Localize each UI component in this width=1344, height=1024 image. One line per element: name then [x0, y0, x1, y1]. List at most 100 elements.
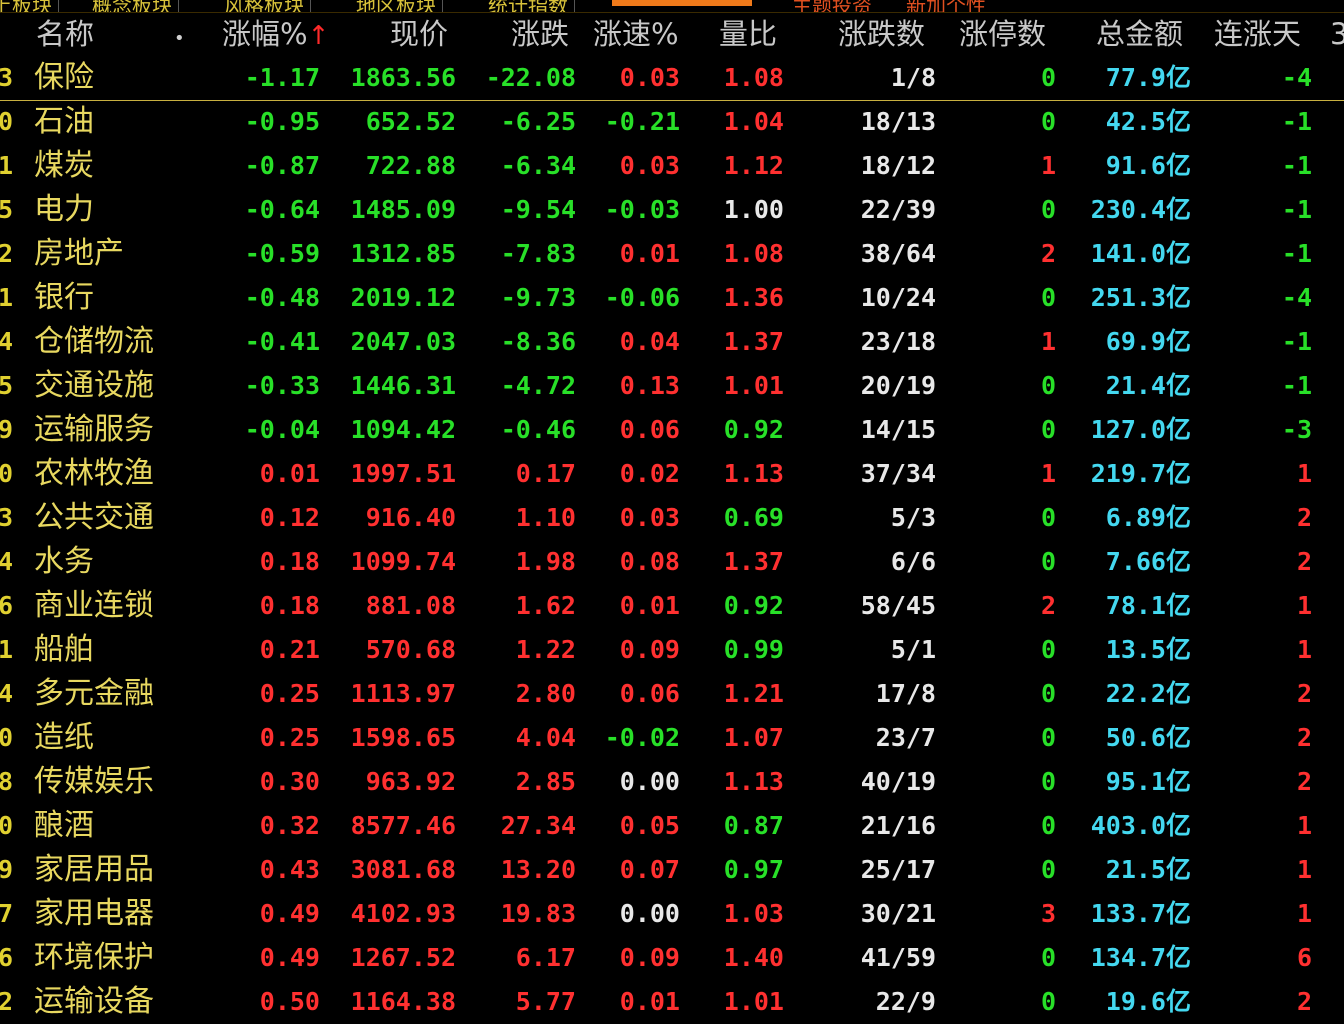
tab-stat-index[interactable]: 统计指数 — [482, 0, 575, 12]
cell-liangbi: 0.99 — [723, 635, 784, 664]
cell-zhangdieshu: 22/39 — [860, 195, 936, 224]
table-row[interactable]: 0 石油 -0.95 652.52 -6.25 -0.21 1.04 18/13 0 42.5亿 -… — [0, 100, 1344, 144]
cell-zhangdieshu: 58/45 — [860, 591, 936, 620]
cell-xianjia: 1446.31 — [350, 371, 456, 400]
cell-lianzhangtian: -1 — [1281, 107, 1312, 136]
table-header: 名称 • 涨幅%↑ 现价 涨跌 涨速% 量比 涨跌数 涨停数 总金额 连涨天 3 — [0, 12, 1344, 56]
table-row[interactable]: 2 房地产 -0.59 1312.85 -7.83 0.01 1.08 38/64 2 141.0… — [0, 232, 1344, 276]
row-code-cut: 8 — [0, 767, 14, 796]
cell-zongjine: 19.6亿 — [1105, 987, 1191, 1016]
row-code-cut: 3 — [0, 63, 14, 92]
row-code-cut: 4 — [0, 327, 14, 356]
col-lianzhangtian[interactable]: 连涨天 — [1214, 17, 1301, 51]
cell-zhangtingshu: 0 — [1040, 987, 1056, 1016]
cell-zhangfu: 0.18 — [259, 591, 320, 620]
cell-liangbi: 1.40 — [723, 943, 784, 972]
table-row[interactable]: 0 造纸 0.25 1598.65 4.04 -0.02 1.07 23/7 0 50.6亿 2 — [0, 716, 1344, 760]
table-row[interactable]: 4 仓储物流 -0.41 2047.03 -8.36 0.04 1.37 23/18 1 69.9… — [0, 320, 1344, 364]
table-row[interactable]: 0 酿酒 0.32 8577.46 27.34 0.05 0.87 21/16 0 403.0亿 1 — [0, 804, 1344, 848]
table-row[interactable]: 5 交通设施 -0.33 1446.31 -4.72 0.13 1.01 20/19 0 21.4… — [0, 364, 1344, 408]
cell-zongjine: 230.4亿 — [1090, 195, 1191, 224]
cell-zhangtingshu: 0 — [1040, 723, 1056, 752]
table-row[interactable]: 4 水务 0.18 1099.74 1.98 0.08 1.37 6/6 0 7.66亿 2 — [0, 540, 1344, 584]
table-row[interactable]: 3 公共交通 0.12 916.40 1.10 0.03 0.69 5/3 0 6.89亿 2 — [0, 496, 1344, 540]
cell-lianzhangtian: -1 — [1281, 327, 1312, 356]
table-row[interactable]: 4 多元金融 0.25 1113.97 2.80 0.06 1.21 17/8 0 22.2亿 2 — [0, 672, 1344, 716]
cell-lianzhangtian: 2 — [1296, 767, 1312, 796]
col-xianjia[interactable]: 现价 — [390, 17, 448, 51]
tab-concept-sector[interactable]: 概念板块 — [86, 0, 179, 12]
table-row[interactable]: 7 家用电器 0.49 4102.93 19.83 0.00 1.03 30/21 3 133.7… — [0, 892, 1344, 936]
cell-zhangtingshu: 0 — [1040, 195, 1056, 224]
cell-zhangfu: -0.48 — [244, 283, 320, 312]
cell-liangbi: 1.37 — [723, 327, 784, 356]
table-row[interactable]: 6 环境保护 0.49 1267.52 6.17 0.09 1.40 41/59 0 134.7亿… — [0, 936, 1344, 980]
cell-zhangdie: 1.98 — [515, 547, 576, 576]
cell-xianjia: 963.92 — [365, 767, 456, 796]
cell-xianjia: 2047.03 — [350, 327, 456, 356]
cell-xianjia: 4102.93 — [350, 899, 456, 928]
cell-zhangtingshu: 2 — [1040, 591, 1056, 620]
table-row[interactable]: 6 商业连锁 0.18 881.08 1.62 0.01 0.92 58/45 2 78.1亿 1 — [0, 584, 1344, 628]
tab-style-sector[interactable]: 风格板块 — [218, 0, 311, 12]
cell-liangbi: 1.07 — [723, 723, 784, 752]
cell-zhangdie: -9.54 — [500, 195, 576, 224]
cell-zongjine: 133.7亿 — [1090, 899, 1191, 928]
table-row[interactable]: 2 运输设备 0.50 1164.38 5.77 0.01 1.01 22/9 0 19.6亿 2 — [0, 980, 1344, 1024]
col-zhangtingshu[interactable]: 涨停数 — [959, 17, 1046, 51]
cell-zhangsu: 0.06 — [619, 415, 680, 444]
table-row[interactable]: 0 农林牧渔 0.01 1997.51 0.17 0.02 1.13 37/34 1 219.7亿… — [0, 452, 1344, 496]
cell-zongjine: 141.0亿 — [1090, 239, 1191, 268]
cell-zhangdieshu: 38/64 — [860, 239, 936, 268]
cell-zhangdieshu: 23/18 — [860, 327, 936, 356]
cell-liangbi: 1.37 — [723, 547, 784, 576]
table-row[interactable]: 1 船舶 0.21 570.68 1.22 0.09 0.99 5/1 0 13.5亿 1 — [0, 628, 1344, 672]
table-row[interactable]: 9 运输服务 -0.04 1094.42 -0.46 0.06 0.92 14/15 0 127.… — [0, 408, 1344, 452]
table-row[interactable]: 9 家居用品 0.43 3081.68 13.20 0.07 0.97 25/17 0 21.5亿… — [0, 848, 1344, 892]
cell-lianzhangtian: -3 — [1281, 415, 1312, 444]
cell-zhangtingshu: 0 — [1040, 811, 1056, 840]
cell-liangbi: 1.04 — [723, 107, 784, 136]
col-name[interactable]: 名称 — [36, 17, 94, 51]
row-code-cut: 0 — [0, 459, 14, 488]
col-zhangdieshu[interactable]: 涨跌数 — [838, 17, 925, 51]
cell-zhangfu: -0.59 — [244, 239, 320, 268]
cell-liangbi: 1.03 — [723, 899, 784, 928]
col-zhangdie[interactable]: 涨跌 — [511, 17, 569, 51]
tab-theme-invest[interactable]: 主题投资 — [786, 0, 878, 12]
cell-zhangfu: -0.95 — [244, 107, 320, 136]
tab-industry-sector[interactable]: 上板块 — [0, 0, 59, 12]
table-row[interactable]: 1 银行 -0.48 2019.12 -9.73 -0.06 1.36 10/24 0 251.3… — [0, 276, 1344, 320]
col-zongjine[interactable]: 总金额 — [1096, 17, 1183, 51]
tab-region-sector[interactable]: 地区板块 — [350, 0, 443, 12]
tab-custom[interactable]: 新加个性 — [900, 0, 992, 12]
cell-zhangfu: 0.32 — [259, 811, 320, 840]
cell-zhangdie: -4.72 — [500, 371, 576, 400]
cell-zhangdie: -8.36 — [500, 327, 576, 356]
cell-zhangfu: 0.30 — [259, 767, 320, 796]
col-liangbi[interactable]: 量比 — [719, 17, 777, 51]
cell-zhangdie: 27.34 — [500, 811, 576, 840]
cell-zhangfu: 0.49 — [259, 899, 320, 928]
table-row[interactable]: 8 传媒娱乐 0.30 963.92 2.85 0.00 1.13 40/19 0 95.1亿 2 — [0, 760, 1344, 804]
cell-zhangdieshu: 21/16 — [860, 811, 936, 840]
active-tab-indicator — [612, 0, 752, 6]
col-next-cut[interactable]: 3 — [1330, 17, 1344, 51]
table-row[interactable]: 5 电力 -0.64 1485.09 -9.54 -0.03 1.00 22/39 0 230.4… — [0, 188, 1344, 232]
table-row[interactable]: 3 保险 -1.17 1863.56 -22.08 0.03 1.08 1/8 0 77.9亿 -4 — [0, 56, 1344, 101]
cell-lianzhangtian: 2 — [1296, 503, 1312, 532]
cell-zongjine: 21.5亿 — [1105, 855, 1191, 884]
cell-liangbi: 1.01 — [723, 987, 784, 1016]
cell-lianzhangtian: 1 — [1296, 635, 1312, 664]
cell-liangbi: 0.92 — [723, 591, 784, 620]
cell-zhangfu: -0.41 — [244, 327, 320, 356]
cell-zongjine: 251.3亿 — [1090, 283, 1191, 312]
table-row[interactable]: 1 煤炭 -0.87 722.88 -6.34 0.03 1.12 18/12 1 91.6亿 -1 — [0, 144, 1344, 188]
cell-xianjia: 1099.74 — [350, 547, 456, 576]
cell-xianjia: 1598.65 — [350, 723, 456, 752]
col-zhangfu[interactable]: 涨幅%↑ — [222, 17, 329, 51]
cell-zhangdie: 6.17 — [515, 943, 576, 972]
cell-lianzhangtian: -1 — [1281, 151, 1312, 180]
cell-zhangtingshu: 0 — [1040, 635, 1056, 664]
col-zhangsu[interactable]: 涨速% — [593, 17, 679, 51]
